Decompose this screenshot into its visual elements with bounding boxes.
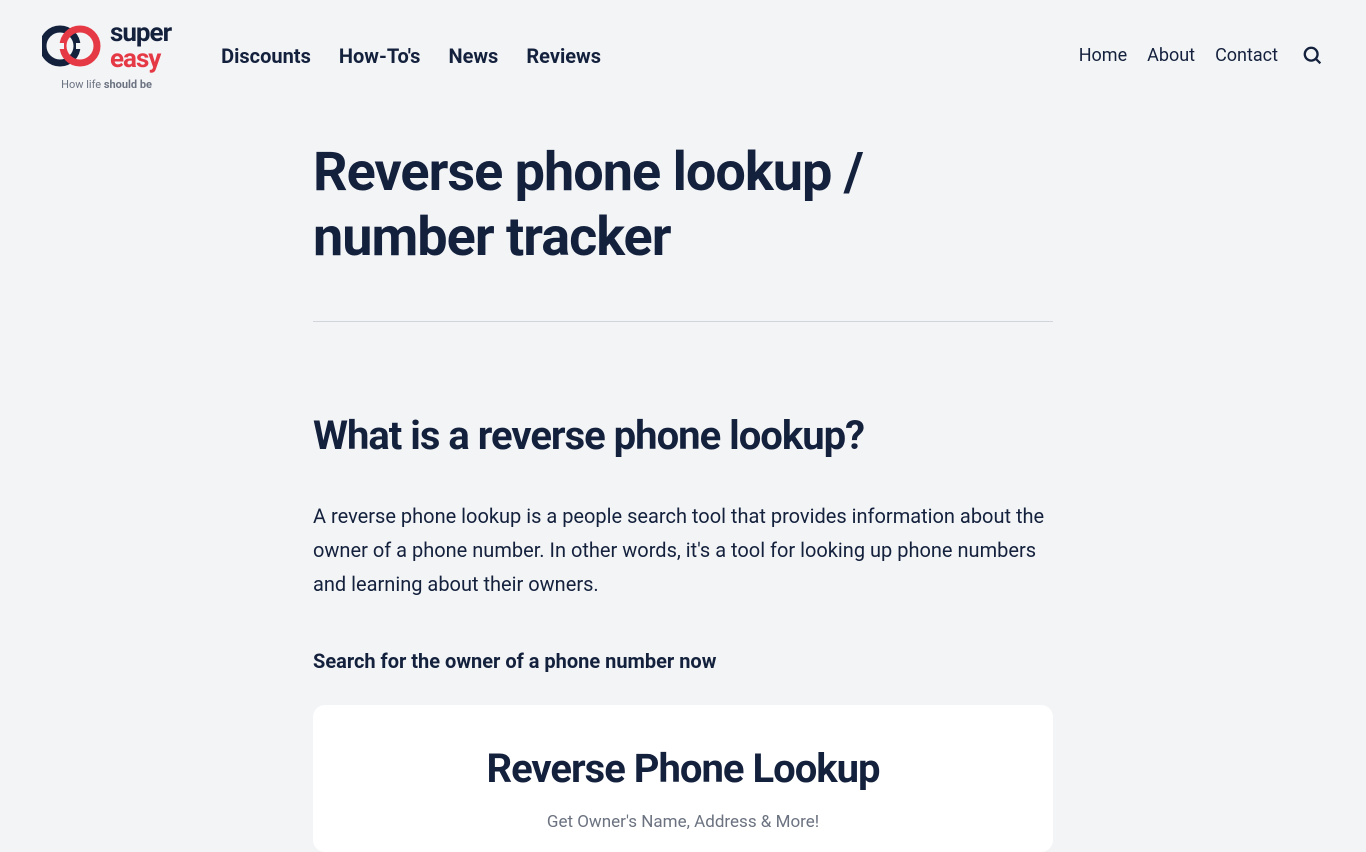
card-subtitle: Get Owner's Name, Address & More! xyxy=(353,812,1013,832)
logo-text-bottom: easy xyxy=(110,46,171,72)
logo-text-top: super xyxy=(110,20,171,46)
nav-discounts[interactable]: Discounts xyxy=(221,44,311,68)
nav-primary: Discounts How-To's News Reviews xyxy=(221,44,601,68)
divider xyxy=(313,321,1053,322)
header-left: super easy How life should be Discounts … xyxy=(42,20,601,91)
body-text: A reverse phone lookup is a people searc… xyxy=(313,499,1053,601)
nav-contact[interactable]: Contact xyxy=(1215,45,1278,66)
logo-icon xyxy=(42,22,102,70)
header-right: Home About Contact xyxy=(1079,45,1324,67)
site-header: super easy How life should be Discounts … xyxy=(0,0,1366,111)
logo-tagline: How life should be xyxy=(61,78,152,91)
nav-reviews[interactable]: Reviews xyxy=(526,44,601,68)
main-content: Reverse phone lookup / number tracker Wh… xyxy=(313,111,1053,852)
nav-news[interactable]: News xyxy=(448,44,498,68)
logo-text: super easy xyxy=(110,20,171,72)
page-title: Reverse phone lookup / number tracker xyxy=(313,141,1053,271)
logo-main: super easy xyxy=(42,20,171,72)
site-logo[interactable]: super easy How life should be xyxy=(42,20,171,91)
nav-howtos[interactable]: How-To's xyxy=(339,44,421,68)
section-heading: What is a reverse phone lookup? xyxy=(313,412,1053,459)
search-icon[interactable] xyxy=(1302,45,1324,67)
search-subheading: Search for the owner of a phone number n… xyxy=(313,649,1053,673)
nav-home[interactable]: Home xyxy=(1079,45,1127,66)
nav-about[interactable]: About xyxy=(1147,45,1195,66)
card-title: Reverse Phone Lookup xyxy=(353,745,1013,792)
nav-secondary: Home About Contact xyxy=(1079,45,1278,66)
lookup-card: Reverse Phone Lookup Get Owner's Name, A… xyxy=(313,705,1053,852)
